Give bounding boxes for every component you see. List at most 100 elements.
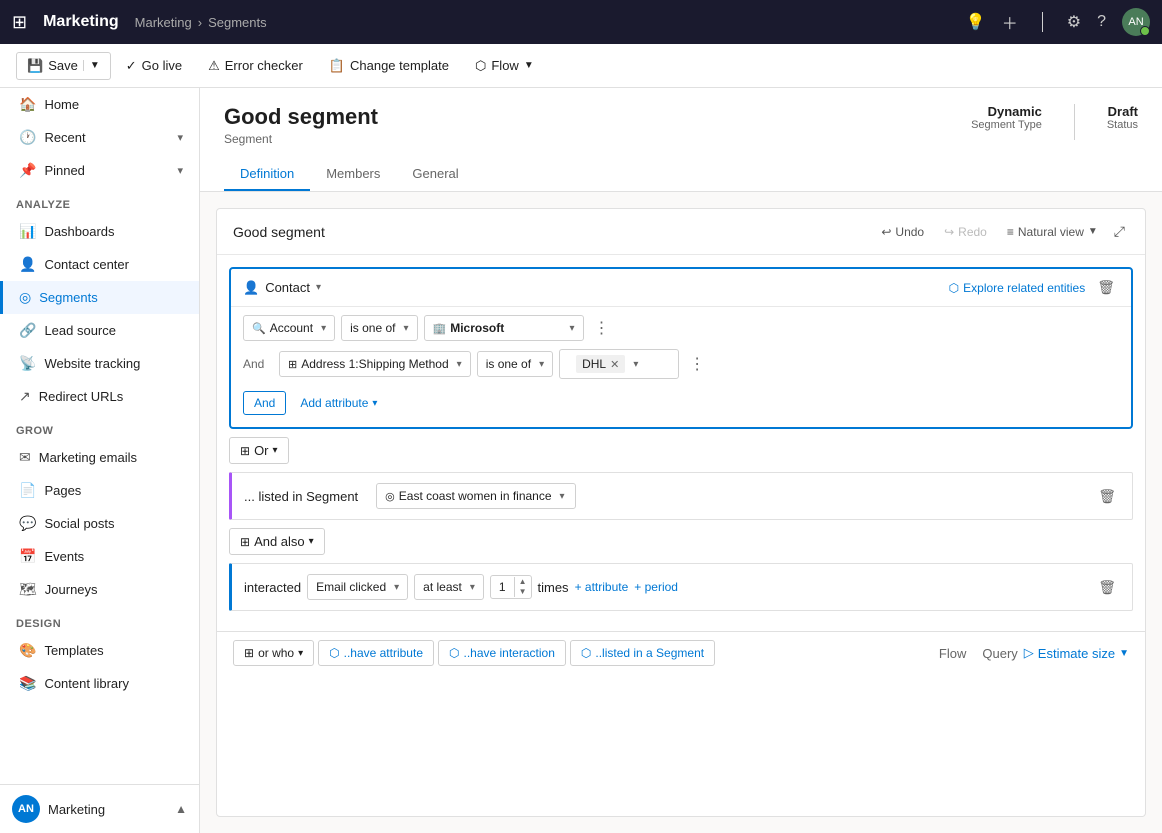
sidebar-item-templates[interactable]: 🎨 Templates: [0, 634, 199, 667]
flow-tab[interactable]: Flow: [939, 642, 966, 665]
save-dropdown-icon[interactable]: ▼: [83, 60, 100, 71]
segment-type-meta: Dynamic Segment Type: [971, 104, 1042, 140]
query-tab[interactable]: Query: [982, 642, 1017, 665]
gear-icon[interactable]: ⚙: [1067, 12, 1081, 32]
have-attribute-icon: ⬡: [329, 646, 339, 660]
condition1-value-select[interactable]: 🏢 Microsoft ▾: [424, 315, 584, 341]
or-button[interactable]: ⊞ Or ▾: [229, 437, 289, 464]
sidebar-label-events: Events: [44, 549, 84, 564]
add-attribute-button[interactable]: Add attribute ▾: [292, 392, 385, 414]
app-title: Marketing: [43, 13, 119, 31]
interaction-delete-button[interactable]: 🗑: [1094, 577, 1120, 598]
estimate-size-label: Estimate size: [1038, 646, 1115, 661]
segment-editor: Good segment ↩ Undo ↪ Redo ≡ Natural vie…: [216, 208, 1146, 817]
contact-center-icon: 👤: [19, 256, 36, 273]
or-who-icon: ⊞: [244, 646, 254, 660]
condition1-operator-dropdown-icon: ▾: [403, 323, 408, 334]
times-up-button[interactable]: ▲: [515, 577, 531, 587]
listed-segment-delete-button[interactable]: 🗑: [1094, 486, 1120, 507]
condition2-more-button[interactable]: ⋮: [685, 352, 709, 376]
at-least-select[interactable]: at least ▾: [414, 574, 484, 600]
times-down-button[interactable]: ▼: [515, 587, 531, 597]
add-period-button[interactable]: + period: [634, 580, 678, 594]
add-attribute-interaction-button[interactable]: + attribute: [575, 580, 629, 594]
error-checker-button[interactable]: ⚠ Error checker: [197, 52, 314, 80]
listed-in-segment-label: ..listed in a Segment: [595, 646, 704, 660]
sidebar-item-events[interactable]: 📅 Events: [0, 540, 199, 573]
lightbulb-icon[interactable]: 💡: [966, 12, 986, 32]
save-label: Save: [48, 58, 78, 73]
sidebar-item-segments[interactable]: ◎ Segments: [0, 281, 199, 314]
flow-button[interactable]: ⬡ Flow ▼: [464, 52, 545, 80]
condition2-value-select[interactable]: DHL ✕ ▾: [559, 349, 679, 379]
shipping-field-select[interactable]: ⊞ Address 1:Shipping Method ▾: [279, 351, 471, 377]
meta-divider: [1074, 104, 1075, 140]
waffle-icon[interactable]: ⊞: [12, 12, 27, 33]
explore-button[interactable]: ⬡ Explore related entities: [949, 281, 1086, 295]
sidebar-collapse-icon[interactable]: ▲: [175, 802, 187, 816]
marketing-emails-icon: ✉: [19, 449, 31, 466]
sidebar-label-dashboards: Dashboards: [44, 224, 114, 239]
tab-definition[interactable]: Definition: [224, 158, 310, 191]
natural-view-button[interactable]: ≡ Natural view ▼: [999, 221, 1106, 243]
sidebar-item-lead-source[interactable]: 🔗 Lead source: [0, 314, 199, 347]
sidebar-item-website-tracking[interactable]: 📡 Website tracking: [0, 347, 199, 380]
listed-in-segment-button[interactable]: ⬡ ..listed in a Segment: [570, 640, 715, 666]
page-header: Good segment Segment Dynamic Segment Typ…: [200, 88, 1162, 192]
avatar[interactable]: AN: [1122, 8, 1150, 36]
contact-actions: ⬡ Explore related entities 🗑: [949, 277, 1119, 298]
breadcrumb: Marketing › Segments: [135, 15, 267, 30]
sidebar-item-dashboards[interactable]: 📊 Dashboards: [0, 215, 199, 248]
sidebar-item-journeys[interactable]: 🗺 Journeys: [0, 573, 199, 606]
change-template-button[interactable]: 📋 Change template: [318, 52, 460, 80]
condition1-more-button[interactable]: ⋮: [590, 316, 614, 340]
or-who-button[interactable]: ⊞ or who ▾: [233, 640, 314, 666]
condition2-operator-label: is one of: [486, 357, 531, 371]
undo-button[interactable]: ↩ Undo: [873, 221, 932, 243]
events-icon: 📅: [19, 548, 36, 565]
sidebar-item-pinned[interactable]: 📌 Pinned ▾: [0, 154, 199, 187]
estimate-size-button[interactable]: ▷ Estimate size ▼: [1024, 645, 1129, 661]
condition1-operator-select[interactable]: is one of ▾: [341, 315, 417, 341]
breadcrumb-segments[interactable]: Segments: [208, 15, 267, 30]
save-button[interactable]: 💾 Save ▼: [16, 52, 111, 80]
have-attribute-button[interactable]: ⬡ ..have attribute: [318, 640, 434, 666]
condition2-operator-select[interactable]: is one of ▾: [477, 351, 553, 377]
sidebar-label-marketing-emails: Marketing emails: [39, 450, 137, 465]
tab-general[interactable]: General: [396, 158, 474, 191]
sidebar-item-marketing-emails[interactable]: ✉ Marketing emails: [0, 441, 199, 474]
redo-button[interactable]: ↪ Redo: [936, 221, 995, 243]
email-clicked-select[interactable]: Email clicked ▾: [307, 574, 408, 600]
status-value: Draft: [1107, 104, 1138, 119]
help-icon[interactable]: ?: [1097, 13, 1106, 31]
listed-segment-select[interactable]: ◎ East coast women in finance ▾: [376, 483, 576, 509]
dhl-remove-icon[interactable]: ✕: [610, 358, 619, 371]
sidebar-item-redirect-urls[interactable]: ↗ Redirect URLs: [0, 380, 199, 413]
breadcrumb-marketing[interactable]: Marketing: [135, 15, 192, 30]
sidebar-footer[interactable]: AN Marketing ▲: [0, 784, 199, 833]
and-also-button[interactable]: ⊞ And also ▾: [229, 528, 325, 555]
account-field-select[interactable]: 🔍 Account ▾: [243, 315, 335, 341]
and-button[interactable]: And: [243, 391, 286, 415]
sidebar-item-social-posts[interactable]: 💬 Social posts: [0, 507, 199, 540]
sidebar-item-contact-center[interactable]: 👤 Contact center: [0, 248, 199, 281]
expand-button[interactable]: ⤢: [1110, 219, 1129, 244]
have-interaction-button[interactable]: ⬡ ..have interaction: [438, 640, 566, 666]
tab-members[interactable]: Members: [310, 158, 396, 191]
add-attr-label: Add attribute: [300, 396, 368, 410]
analyze-group-label: Analyze: [0, 187, 199, 215]
sidebar-item-home[interactable]: 🏠 Home: [0, 88, 199, 121]
contact-dropdown-icon[interactable]: ▾: [316, 282, 321, 293]
sidebar-item-content-library[interactable]: 📚 Content library: [0, 667, 199, 700]
go-live-button[interactable]: ✓ Go live: [115, 52, 193, 80]
contact-block-header: 👤 Contact ▾ ⬡ Explore related entities 🗑: [231, 269, 1131, 307]
save-icon: 💾: [27, 58, 43, 74]
sidebar-item-recent[interactable]: 🕐 Recent ▾: [0, 121, 199, 154]
condition2-value-dropdown-icon: ▾: [633, 359, 638, 370]
or-label: Or: [254, 443, 268, 458]
contact-block-delete-button[interactable]: 🗑: [1093, 277, 1119, 298]
sidebar-item-pages[interactable]: 📄 Pages: [0, 474, 199, 507]
plus-icon[interactable]: ＋: [1002, 10, 1018, 34]
segment-editor-name: Good segment: [233, 224, 325, 240]
sidebar-label-home: Home: [44, 97, 79, 112]
